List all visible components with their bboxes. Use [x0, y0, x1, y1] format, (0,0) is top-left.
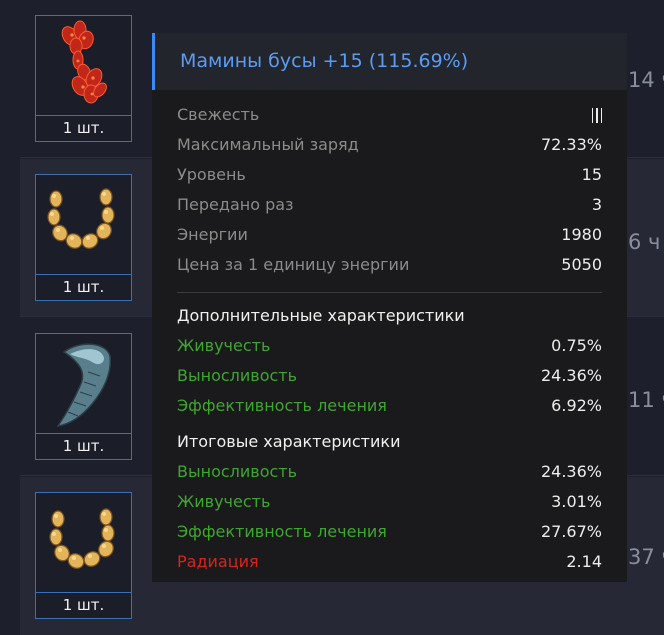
stat-max-charge: Максимальный заряд 72.33% [177, 130, 602, 160]
stat-energy: Энергии 1980 [177, 220, 602, 250]
item-slot[interactable]: 1 шт. [35, 15, 132, 142]
tooltip-body: Свежесть Максимальный заряд 72.33% Урове… [177, 100, 602, 577]
amber-beads-artifact-icon [47, 188, 115, 249]
stat-label: Эффективность лечения [177, 522, 387, 541]
item-side-text: 37 ч [628, 545, 664, 569]
stat-value: 15 [581, 165, 602, 184]
item-side-text: 14 ч [628, 68, 664, 92]
red-crystal-artifact-icon [61, 20, 107, 104]
item-count: 1 шт. [36, 115, 131, 141]
item-slot[interactable]: 1 шт. [35, 333, 132, 460]
item-slot[interactable]: 1 шт. [35, 174, 132, 301]
stat-label: Уровень [177, 165, 246, 184]
stat-label: Энергии [177, 225, 248, 244]
stat-value: 24.36% [540, 366, 602, 385]
item-count: 1 шт. [36, 592, 131, 618]
total-stats-heading: Итоговые характеристики [177, 432, 401, 451]
stat-transfers: Передано раз 3 [177, 190, 602, 220]
stat-value: 0.75% [551, 336, 602, 355]
stat-label: Свежесть [177, 105, 260, 124]
stat-level: Уровень 15 [177, 160, 602, 190]
stat-label: Выносливость [177, 366, 298, 385]
stat-vitality: Живучесть 0.75% [177, 331, 602, 361]
stat-value: 1980 [561, 225, 602, 244]
stat-label: Цена за 1 единицу энергии [177, 255, 410, 274]
item-count: 1 шт. [36, 433, 131, 459]
stat-value: 2.14 [566, 552, 602, 571]
stat-value: 5050 [561, 255, 602, 274]
stat-label: Эффективность лечения [177, 396, 387, 415]
item-side-text: 6 ч [628, 230, 661, 254]
item-count: 1 шт. [36, 274, 131, 300]
stat-label: Выносливость [177, 462, 298, 481]
tooltip-title: Мамины бусы +15 (115.69%) [180, 50, 469, 72]
stat-value: 24.36% [540, 462, 602, 481]
total-radiation: Радиация 2.14 [177, 547, 602, 577]
freshness-bar [596, 107, 598, 123]
amber-beads-artifact-icon [49, 508, 115, 569]
freshness-bars [591, 100, 602, 130]
stat-energy-price: Цена за 1 единицу энергии 5050 [177, 250, 602, 280]
freshness-bar [600, 107, 602, 123]
total-stamina: Выносливость 24.36% [177, 457, 602, 487]
divider [177, 292, 602, 293]
stat-stamina: Выносливость 24.36% [177, 361, 602, 391]
freshness-bar [591, 107, 593, 123]
stat-label: Живучесть [177, 336, 271, 355]
fang-artifact-icon [56, 343, 112, 428]
stat-value: 3 [591, 195, 602, 214]
stat-label: Радиация [177, 552, 259, 571]
additional-stats-heading: Дополнительные характеристики [177, 306, 465, 325]
stat-freshness: Свежесть [177, 100, 602, 130]
stat-value: 72.33% [540, 135, 602, 154]
stat-label: Передано раз [177, 195, 294, 214]
stat-value: 27.67% [540, 522, 602, 541]
stat-label: Живучесть [177, 492, 271, 511]
total-healing-efficiency: Эффективность лечения 27.67% [177, 517, 602, 547]
stat-value: 3.01% [551, 492, 602, 511]
stat-healing-efficiency: Эффективность лечения 6.92% [177, 391, 602, 421]
total-vitality: Живучесть 3.01% [177, 487, 602, 517]
item-tooltip: Мамины бусы +15 (115.69%) Свежесть Макси… [152, 33, 627, 582]
stat-value: 6.92% [551, 396, 602, 415]
item-side-text: 11 ч [628, 388, 664, 412]
stat-label: Максимальный заряд [177, 135, 359, 154]
item-slot[interactable]: 1 шт. [35, 492, 132, 619]
tooltip-header: Мамины бусы +15 (115.69%) [152, 33, 627, 90]
